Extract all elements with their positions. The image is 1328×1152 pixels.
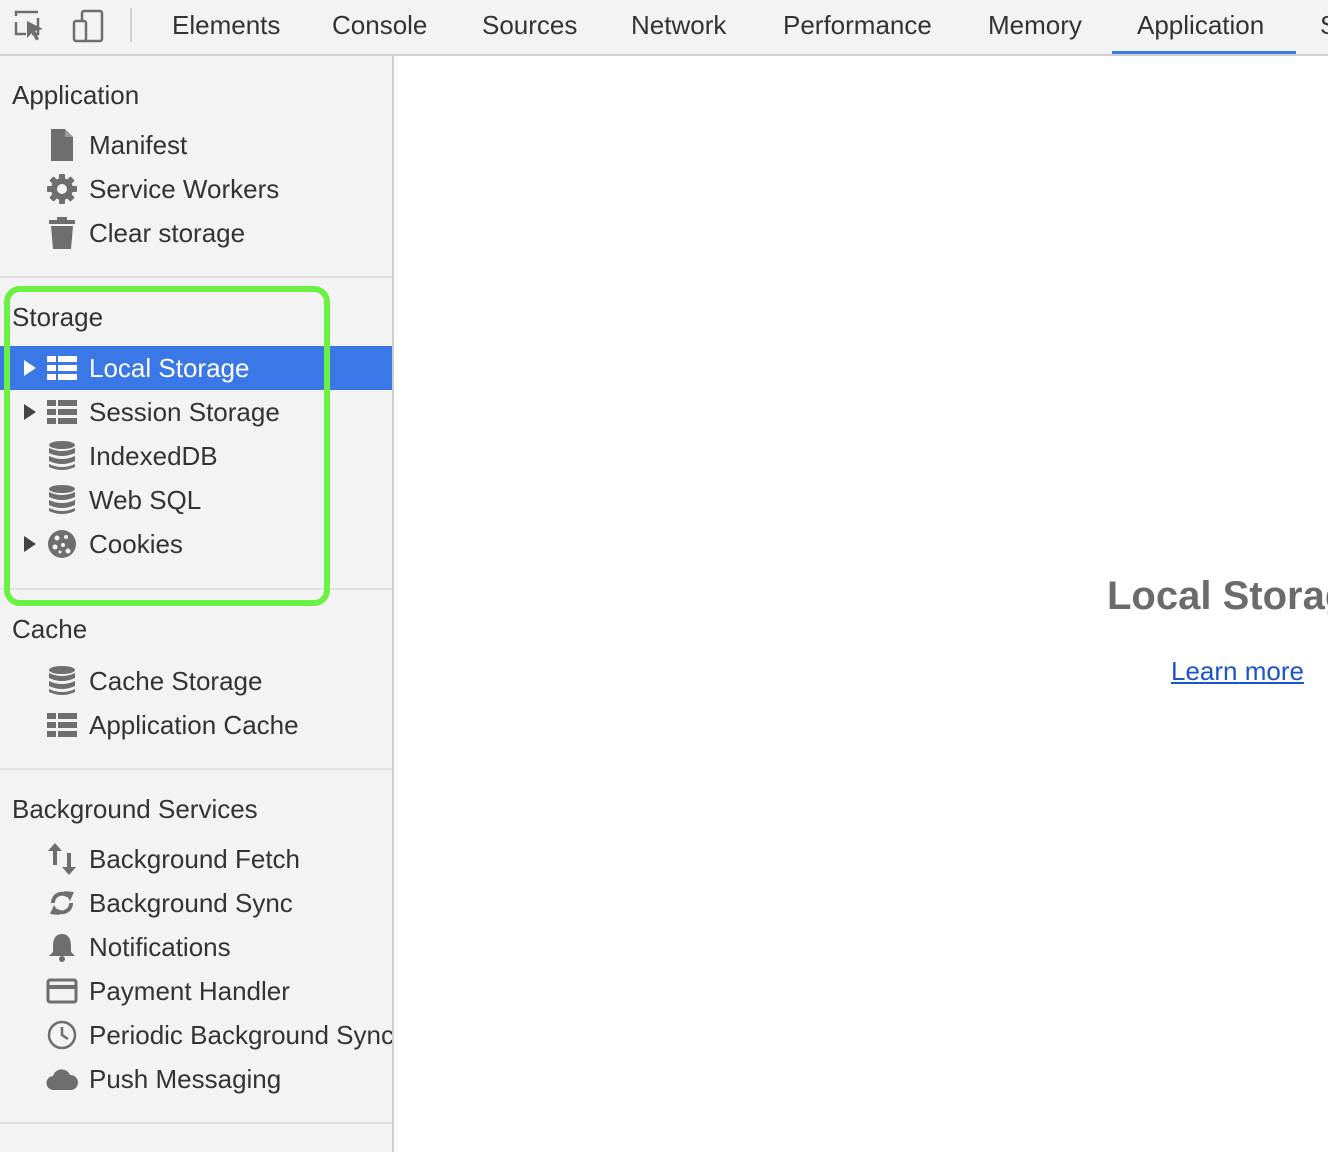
sidebar-item-label: Web SQL: [89, 485, 202, 515]
sidebar-item-notifications[interactable]: Notifications: [0, 925, 392, 969]
section-title-cache: Cache: [12, 614, 88, 644]
active-tab-indicator: [1112, 51, 1296, 54]
sidebar-item-cookies[interactable]: Cookies: [0, 522, 392, 566]
section-divider: [0, 276, 392, 278]
sidebar-item-label: Periodic Background Sync: [89, 1020, 392, 1050]
database-icon: [46, 665, 78, 697]
sidebar-item-background-fetch[interactable]: Background Fetch: [0, 837, 392, 881]
sidebar: Application Manifest Service Workers Cle…: [0, 56, 392, 1152]
sidebar-item-label: Payment Handler: [89, 976, 290, 1006]
sidebar-item-payment-handler[interactable]: Payment Handler: [0, 969, 392, 1013]
tab-memory[interactable]: Memory: [988, 0, 1082, 54]
sidebar-item-label: Local Storage: [89, 353, 250, 383]
clock-icon: [46, 1019, 78, 1051]
tab-network[interactable]: Network: [631, 0, 726, 54]
cloud-icon: [46, 1063, 78, 1095]
sidebar-item-label: Cache Storage: [89, 666, 263, 696]
sidebar-item-label: Background Fetch: [89, 844, 301, 874]
sidebar-item-indexeddb[interactable]: IndexedDB: [0, 434, 392, 478]
sidebar-item-label: Session Storage: [89, 397, 280, 427]
sidebar-item-label: IndexedDB: [89, 441, 218, 471]
cookie-icon: [46, 528, 78, 560]
sidebar-item-label: Cookies: [89, 529, 183, 559]
grid-icon: [46, 352, 78, 384]
sidebar-item-clear-storage[interactable]: Clear storage: [0, 211, 392, 255]
learn-more-link[interactable]: Learn more: [1171, 656, 1304, 687]
gear-icon: [46, 173, 78, 205]
sidebar-item-local-storage[interactable]: Local Storage: [0, 346, 392, 390]
sidebar-item-label: Service Workers: [89, 174, 280, 204]
sidebar-item-application-cache[interactable]: Application Cache: [0, 703, 392, 747]
sidebar-item-label: Clear storage: [89, 218, 246, 248]
sidebar-item-web-sql[interactable]: Web SQL: [0, 478, 392, 522]
sidebar-item-push-messaging[interactable]: Push Messaging: [0, 1057, 392, 1101]
sidebar-item-label: Manifest: [89, 130, 188, 160]
devtools-toolbar: Elements Console Sources Network Perform…: [0, 0, 1328, 56]
sync-icon: [46, 887, 78, 919]
page-title: Local Storage: [1107, 574, 1328, 618]
up-down-arrows-icon: [46, 843, 78, 875]
tab-security-truncated[interactable]: S: [1320, 0, 1328, 54]
tab-performance[interactable]: Performance: [783, 0, 932, 54]
tab-application[interactable]: Application: [1137, 0, 1264, 54]
database-icon: [46, 440, 78, 472]
main-panel: Local Storage Learn more: [394, 56, 1328, 1152]
sidebar-item-session-storage[interactable]: Session Storage: [0, 390, 392, 434]
section-divider: [0, 768, 392, 770]
credit-card-icon: [46, 975, 78, 1007]
sidebar-item-label: Notifications: [89, 932, 231, 962]
bell-icon: [46, 931, 78, 963]
sidebar-item-periodic-background-sync[interactable]: Periodic Background Sync: [0, 1013, 392, 1057]
sidebar-item-label: Application Cache: [89, 710, 299, 740]
sidebar-item-background-sync[interactable]: Background Sync: [0, 881, 392, 925]
toolbar-separator: [130, 8, 132, 42]
trash-icon: [46, 217, 78, 249]
sidebar-item-label: Push Messaging: [89, 1064, 282, 1094]
grid-icon: [46, 396, 78, 428]
expand-arrow-icon[interactable]: [24, 360, 36, 376]
tab-sources[interactable]: Sources: [482, 0, 577, 54]
expand-arrow-icon[interactable]: [24, 404, 36, 420]
document-icon: [46, 129, 78, 161]
section-title-storage: Storage: [12, 302, 104, 332]
sidebar-item-label: Background Sync: [89, 888, 293, 918]
database-icon: [46, 484, 78, 516]
section-divider: [0, 588, 392, 590]
section-title-background-services: Background Services: [12, 794, 258, 824]
inspect-element-icon[interactable]: [12, 8, 48, 44]
grid-icon: [46, 709, 78, 741]
sidebar-item-cache-storage[interactable]: Cache Storage: [0, 659, 392, 703]
section-title-application: Application: [12, 80, 140, 110]
expand-arrow-icon[interactable]: [24, 536, 36, 552]
section-divider: [0, 1122, 392, 1124]
device-toolbar-icon[interactable]: [70, 8, 106, 44]
sidebar-item-service-workers[interactable]: Service Workers: [0, 167, 392, 211]
sidebar-item-manifest[interactable]: Manifest: [0, 123, 392, 167]
tab-console[interactable]: Console: [332, 0, 427, 54]
tab-elements[interactable]: Elements: [172, 0, 280, 54]
